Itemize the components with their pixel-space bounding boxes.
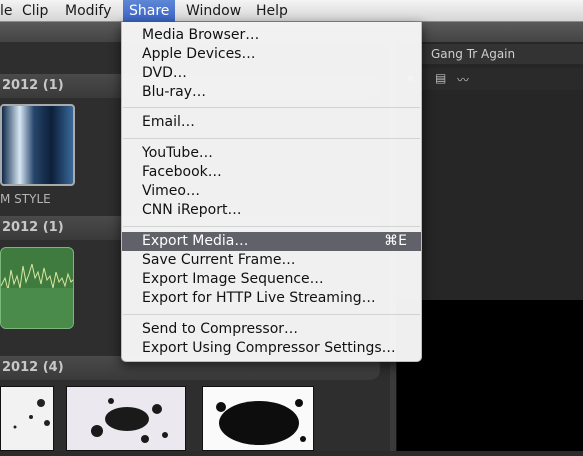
menu-item-label: Export Image Sequence…	[142, 271, 324, 287]
menu-item-label: DVD…	[142, 65, 187, 81]
image-clip-thumbnail[interactable]	[202, 386, 314, 451]
viewer-canvas[interactable]	[397, 300, 583, 451]
image-clip-thumbnail[interactable]	[0, 386, 54, 451]
menu-item-label: Save Current Frame…	[142, 252, 296, 268]
video-clip-thumbnail[interactable]	[0, 104, 75, 186]
menu-item-youtube[interactable]: YouTube…	[122, 144, 421, 163]
audio-waveform-icon[interactable]: 〰	[457, 71, 469, 88]
filmstrip-icon[interactable]: ▤	[435, 71, 446, 85]
image-clip-thumbnail[interactable]	[66, 386, 186, 451]
event-group-label: 2012 (1)	[2, 78, 64, 93]
menu-item-shortcut: ⌘E	[384, 233, 407, 249]
menu-item-export-image-sequence[interactable]: Export Image Sequence…	[122, 270, 421, 289]
menu-item-apple-devices[interactable]: Apple Devices…	[122, 45, 421, 64]
menu-item-label: Email…	[142, 114, 195, 130]
menu-item-save-current-frame[interactable]: Save Current Frame…	[122, 251, 421, 270]
menu-item-label: CNN iReport…	[142, 202, 242, 218]
viewer-pane: Gang Tr Again ★ ▤ 〰	[396, 42, 583, 451]
menu-item-label: Export Media…	[142, 233, 249, 249]
menu-item-dvd[interactable]: DVD…	[122, 64, 421, 83]
menu-separator	[123, 226, 420, 227]
menu-item-label: Facebook…	[142, 164, 222, 180]
menu-item-cnn-ireport[interactable]: CNN iReport…	[122, 201, 421, 220]
menu-item-media-browser[interactable]: Media Browser…	[122, 26, 421, 45]
menu-item-label: Media Browser…	[142, 27, 260, 43]
splatter-icon	[91, 398, 168, 443]
menu-item-blu-ray[interactable]: Blu-ray…	[122, 83, 421, 102]
menu-item-export-using-compressor[interactable]: Export Using Compressor Settings…	[122, 339, 421, 358]
waveform-icon	[1, 263, 73, 328]
viewer-toolbar: ★ ▤ 〰	[397, 68, 583, 90]
menu-separator	[123, 107, 420, 108]
menu-help[interactable]: Help	[256, 0, 288, 22]
splatter-icon	[13, 399, 50, 429]
menu-item-label: Export Using Compressor Settings…	[142, 340, 396, 356]
menu-share[interactable]: Share	[123, 0, 176, 22]
event-group-label: 2012 (4)	[2, 360, 64, 375]
menu-file[interactable]: le	[0, 0, 13, 22]
menu-item-send-to-compressor[interactable]: Send to Compressor…	[122, 320, 421, 339]
menu-item-label: Vimeo…	[142, 183, 200, 199]
clip-caption: M STYLE	[0, 192, 51, 206]
menu-item-label: Apple Devices…	[142, 46, 256, 62]
audio-clip-thumbnail[interactable]	[0, 247, 74, 329]
menu-item-label: Send to Compressor…	[142, 321, 299, 337]
viewer-title: Gang Tr Again	[397, 44, 583, 64]
menu-item-export-http-live-streaming[interactable]: Export for HTTP Live Streaming…	[122, 289, 421, 308]
menu-item-label: Blu-ray…	[142, 84, 207, 100]
menu-item-email[interactable]: Email…	[122, 113, 421, 132]
event-group-label: 2012 (1)	[2, 220, 64, 235]
menu-separator	[123, 138, 420, 139]
menu-item-facebook[interactable]: Facebook…	[122, 163, 421, 182]
menu-bar: le Clip Modify Share Window Help	[0, 0, 583, 22]
share-menu: Media Browser… Apple Devices… DVD… Blu-r…	[121, 22, 422, 362]
menu-clip[interactable]: Clip	[22, 0, 48, 22]
menu-window[interactable]: Window	[186, 0, 241, 22]
menu-item-label: YouTube…	[142, 145, 213, 161]
splatter-icon	[216, 399, 306, 445]
menu-item-label: Export for HTTP Live Streaming…	[142, 290, 376, 306]
menu-item-vimeo[interactable]: Vimeo…	[122, 182, 421, 201]
menu-item-export-media[interactable]: Export Media… ⌘E	[122, 232, 421, 251]
menu-modify[interactable]: Modify	[65, 0, 111, 22]
menu-separator	[123, 314, 420, 315]
